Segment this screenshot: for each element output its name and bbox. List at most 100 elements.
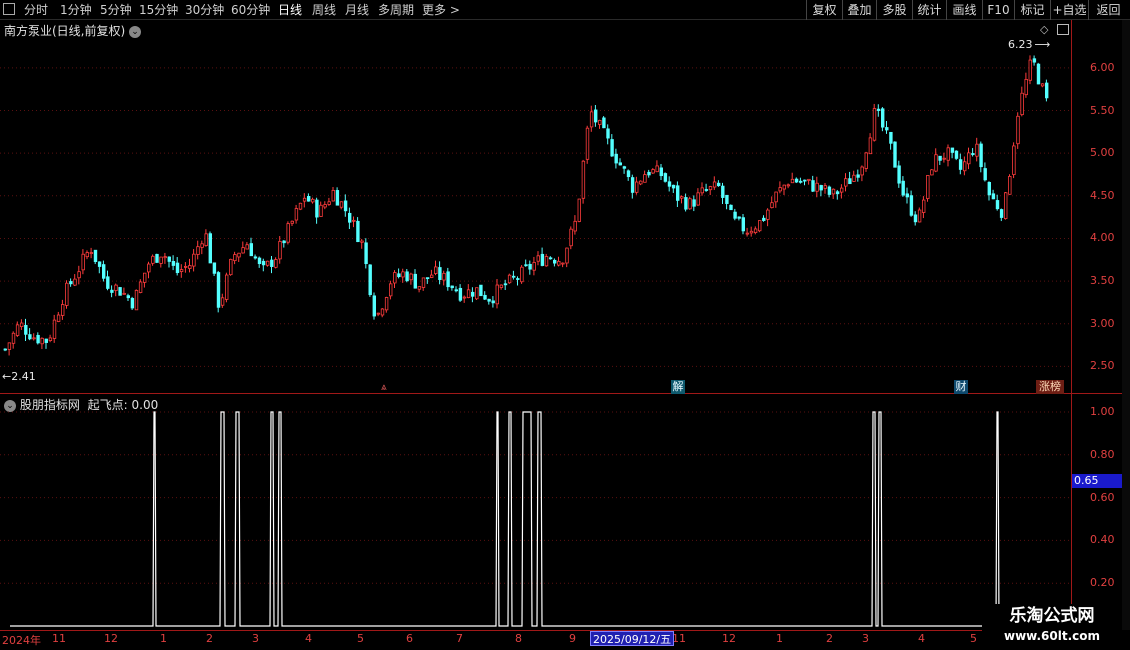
candle-body xyxy=(520,266,524,283)
candle-body xyxy=(458,287,463,301)
candle-body xyxy=(393,272,397,284)
candle-body xyxy=(142,272,147,283)
indicator-tick-label: 0.40 xyxy=(1090,533,1115,547)
period-tab-60min[interactable]: 60分钟 xyxy=(231,2,270,18)
candle-body xyxy=(417,286,422,290)
period-tab-30min[interactable]: 30分钟 xyxy=(185,2,224,18)
candle-body xyxy=(343,200,348,212)
candle-body xyxy=(938,155,942,161)
candle-body xyxy=(885,127,889,131)
candle-body xyxy=(495,284,499,305)
period-tab-weekly[interactable]: 周线 xyxy=(312,2,336,18)
period-tab-daily[interactable]: 日线 xyxy=(278,2,302,18)
draw-line-button[interactable]: 画线 xyxy=(946,0,982,20)
candle-body xyxy=(401,271,405,278)
candle-body xyxy=(905,193,909,198)
candle-body xyxy=(794,178,799,183)
f10-button[interactable]: F10 xyxy=(982,0,1014,20)
candle-body xyxy=(753,228,758,233)
candle-body xyxy=(827,186,832,195)
candle-body xyxy=(622,166,627,169)
candle-body xyxy=(942,157,946,160)
candle-body xyxy=(639,180,643,185)
add-watchlist-button[interactable]: +自选 xyxy=(1050,0,1088,20)
candle-body xyxy=(876,108,881,111)
panel-toggle-icon[interactable] xyxy=(1057,24,1069,35)
candle-body xyxy=(737,216,741,219)
candle-body xyxy=(483,294,487,300)
candle-body xyxy=(462,296,467,299)
candle-body xyxy=(28,334,32,340)
candle-body xyxy=(774,191,778,203)
candle-body xyxy=(282,240,286,244)
arrow-marker-icon[interactable]: ⩓ xyxy=(381,381,387,395)
fuquan-button[interactable]: 复权 xyxy=(806,0,842,20)
candle-body xyxy=(561,262,565,265)
candle-body xyxy=(553,259,557,264)
overlay-button[interactable]: 叠加 xyxy=(842,0,876,20)
candle-body xyxy=(499,284,504,288)
candle-body xyxy=(979,143,983,168)
candle-body xyxy=(807,178,811,181)
candle-body xyxy=(335,190,340,206)
candle-body xyxy=(106,276,110,289)
candle-body xyxy=(909,195,914,216)
candle-body xyxy=(93,249,98,262)
candle-body xyxy=(97,261,102,267)
limit-up-marker[interactable]: 涨榜 xyxy=(1036,380,1064,394)
mark-button[interactable]: 标记 xyxy=(1014,0,1050,20)
candle-body xyxy=(635,181,639,193)
candle-body xyxy=(261,260,266,266)
candle-body xyxy=(40,337,44,345)
candle-body xyxy=(274,259,278,268)
multi-stock-button[interactable]: 多股 xyxy=(876,0,912,20)
candle-body xyxy=(868,137,873,155)
candle-body xyxy=(298,202,303,210)
candle-body xyxy=(118,287,122,296)
period-tab-5min[interactable]: 5分钟 xyxy=(100,2,132,18)
period-tab-15min[interactable]: 15分钟 xyxy=(139,2,178,18)
statistics-button[interactable]: 统计 xyxy=(912,0,946,20)
watermark: 乐淘公式网 www.60lt.com xyxy=(982,604,1122,650)
candle-body xyxy=(364,242,368,265)
candle-body xyxy=(229,258,233,276)
candle-body xyxy=(696,192,700,206)
candle-body xyxy=(544,256,549,267)
price-tick-label: 4.50 xyxy=(1090,188,1115,202)
candle-body xyxy=(368,264,372,296)
back-button[interactable]: 返回 xyxy=(1088,0,1128,20)
candle-body xyxy=(454,289,458,292)
cursor-date-label: 2025/09/12/五 xyxy=(590,631,675,646)
period-tab-monthly[interactable]: 月线 xyxy=(345,2,369,18)
candle-body xyxy=(950,147,955,153)
candle-body xyxy=(397,273,401,278)
period-tab-fenshi[interactable]: 分时 xyxy=(24,2,48,18)
candle-body xyxy=(1008,176,1012,195)
candle-body xyxy=(1032,58,1037,63)
candle-body xyxy=(323,204,327,208)
candle-body xyxy=(577,198,581,222)
candle-body xyxy=(3,348,7,351)
diamond-icon[interactable]: ◇ xyxy=(1040,23,1048,36)
period-tab-more[interactable]: 更多 > xyxy=(422,2,460,18)
candle-body xyxy=(958,159,963,170)
candle-body xyxy=(81,253,85,271)
chevron-down-icon[interactable]: ⌄ xyxy=(129,25,142,38)
window-menu-icon[interactable] xyxy=(3,3,15,15)
candle-body xyxy=(815,182,819,192)
finance-marker[interactable]: 财 xyxy=(954,380,968,394)
candle-body xyxy=(491,300,495,304)
period-tab-1min[interactable]: 1分钟 xyxy=(60,2,92,18)
x-axis-label: 12 xyxy=(104,632,118,645)
candle-body xyxy=(741,217,745,232)
candle-body xyxy=(102,264,106,279)
indicator-chart[interactable] xyxy=(0,394,1072,630)
stock-title[interactable]: 南方泵业(日线,前复权) ⌄ xyxy=(4,22,142,39)
unlock-marker[interactable]: 解 xyxy=(671,380,685,394)
price-chart[interactable] xyxy=(0,38,1072,392)
candle-body xyxy=(532,262,536,271)
candle-body xyxy=(192,253,196,267)
candle-body xyxy=(376,312,381,315)
candle-body xyxy=(954,150,959,159)
period-tab-multi[interactable]: 多周期 xyxy=(378,2,414,18)
